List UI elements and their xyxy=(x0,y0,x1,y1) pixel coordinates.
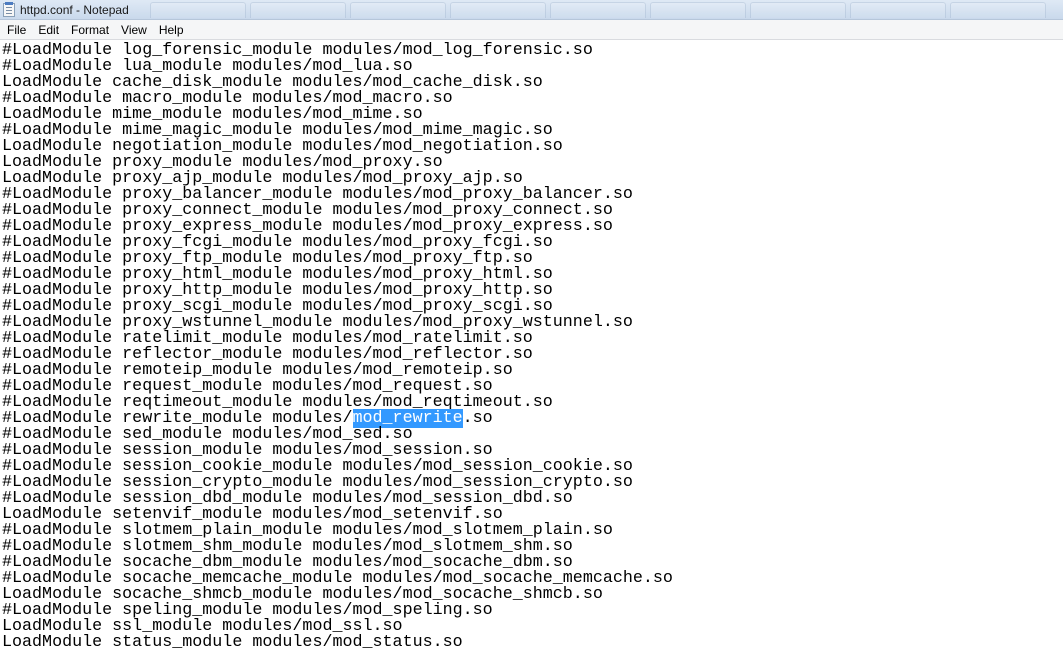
background-tab xyxy=(250,2,346,18)
text-line: LoadModule status_module modules/mod_sta… xyxy=(2,633,463,652)
window-title: httpd.conf - Notepad xyxy=(20,3,129,17)
background-tab xyxy=(650,2,746,18)
menu-format[interactable]: Format xyxy=(65,21,115,39)
menu-help[interactable]: Help xyxy=(153,21,190,39)
title-bar[interactable]: httpd.conf - Notepad xyxy=(0,0,1063,20)
menu-edit[interactable]: Edit xyxy=(32,21,65,39)
background-tab xyxy=(850,2,946,18)
background-tab xyxy=(350,2,446,18)
notepad-icon[interactable] xyxy=(3,2,15,17)
background-taskbar-tabs xyxy=(150,2,1063,18)
background-tab xyxy=(150,2,246,18)
background-tab xyxy=(750,2,846,18)
menu-file[interactable]: File xyxy=(1,21,32,39)
text-editor-area[interactable]: #LoadModule log_forensic_module modules/… xyxy=(0,40,1063,654)
menu-view[interactable]: View xyxy=(115,21,153,39)
background-tab xyxy=(950,2,1046,18)
background-tab xyxy=(550,2,646,18)
menu-bar: File Edit Format View Help xyxy=(0,20,1063,40)
background-tab xyxy=(450,2,546,18)
